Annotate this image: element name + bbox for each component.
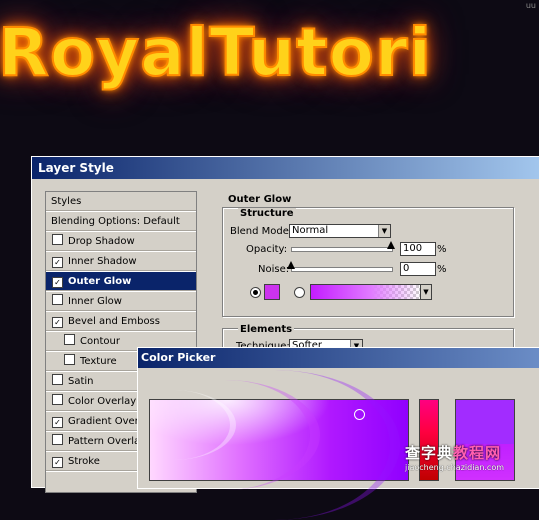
- opacity-label: Opacity:: [246, 244, 288, 255]
- style-checkbox[interactable]: [52, 234, 63, 245]
- solid-color-radio[interactable]: [250, 287, 261, 298]
- blend-mode-label: Blend Mode:: [230, 226, 293, 237]
- style-checkbox[interactable]: ✓: [52, 317, 63, 328]
- blending-options-item[interactable]: Blending Options: Default: [46, 212, 196, 232]
- style-checkbox[interactable]: ✓: [52, 417, 63, 428]
- style-checkbox[interactable]: [64, 334, 75, 345]
- opacity-percent: %: [437, 244, 447, 255]
- chevron-down-icon[interactable]: ▼: [420, 284, 432, 300]
- style-checkbox[interactable]: [52, 374, 63, 385]
- style-checkbox[interactable]: ✓: [52, 277, 63, 288]
- blend-mode-value: Normal: [292, 225, 329, 236]
- style-item-label: Contour: [80, 336, 120, 347]
- opacity-input[interactable]: 100: [400, 242, 436, 256]
- color-selector-circle[interactable]: [354, 409, 365, 420]
- noise-slider[interactable]: [291, 267, 393, 272]
- color-picker-titlebar[interactable]: Color Picker: [138, 348, 539, 368]
- layer-style-titlebar[interactable]: Layer Style: [32, 157, 539, 179]
- style-item-label: Texture: [80, 356, 117, 367]
- style-item[interactable]: ✓ Outer Glow: [46, 272, 196, 292]
- styles-header[interactable]: Styles: [46, 192, 196, 212]
- blend-mode-select[interactable]: Normal ▼: [289, 224, 391, 238]
- color-field-band: [150, 370, 400, 520]
- gradient-radio[interactable]: [294, 287, 305, 298]
- watermark: 查字典教程网 jiaocheng.chazidian.com: [405, 442, 504, 472]
- noise-input[interactable]: 0: [400, 262, 436, 276]
- corner-text: uu: [525, 1, 536, 10]
- watermark-url: jiaocheng.chazidian.com: [405, 463, 505, 472]
- watermark-title-a: 查字典: [405, 444, 454, 462]
- style-checkbox[interactable]: ✓: [52, 457, 63, 468]
- noise-label: Noise:: [258, 264, 290, 275]
- style-item[interactable]: Drop Shadow: [46, 232, 196, 252]
- style-item[interactable]: ✓ Bevel and Emboss: [46, 312, 196, 332]
- opacity-slider-thumb[interactable]: [387, 241, 395, 249]
- style-item[interactable]: Inner Glow: [46, 292, 196, 312]
- gradient-preview[interactable]: [310, 284, 422, 300]
- style-checkbox[interactable]: [52, 434, 63, 445]
- structure-title: Structure: [238, 208, 296, 219]
- style-checkbox[interactable]: ✓: [52, 257, 63, 268]
- outer-glow-title: Outer Glow: [228, 194, 292, 205]
- chevron-down-icon: ▼: [378, 225, 390, 237]
- watermark-title: 查字典教程网: [405, 442, 504, 463]
- style-item-label: Drop Shadow: [68, 236, 135, 247]
- noise-slider-thumb[interactable]: [287, 261, 295, 269]
- opacity-slider[interactable]: [291, 247, 393, 252]
- glow-color-swatch[interactable]: [264, 284, 280, 300]
- royal-tutorial-headline: RoyalTutori: [0, 13, 433, 92]
- watermark-title-b: 教程网: [453, 444, 502, 462]
- style-item-label: Outer Glow: [68, 276, 132, 287]
- style-item-label: Inner Shadow: [68, 256, 137, 267]
- elements-title: Elements: [238, 324, 295, 335]
- color-field[interactable]: [149, 370, 409, 520]
- style-checkbox[interactable]: [64, 354, 75, 365]
- style-item-label: Stroke: [68, 456, 100, 467]
- style-item[interactable]: ✓ Inner Shadow: [46, 252, 196, 272]
- style-checkbox[interactable]: [52, 394, 63, 405]
- style-item-label: Bevel and Emboss: [68, 316, 160, 327]
- style-checkbox[interactable]: [52, 294, 63, 305]
- noise-percent: %: [437, 264, 447, 275]
- style-item-label: Inner Glow: [68, 296, 122, 307]
- style-item-label: Satin: [68, 376, 94, 387]
